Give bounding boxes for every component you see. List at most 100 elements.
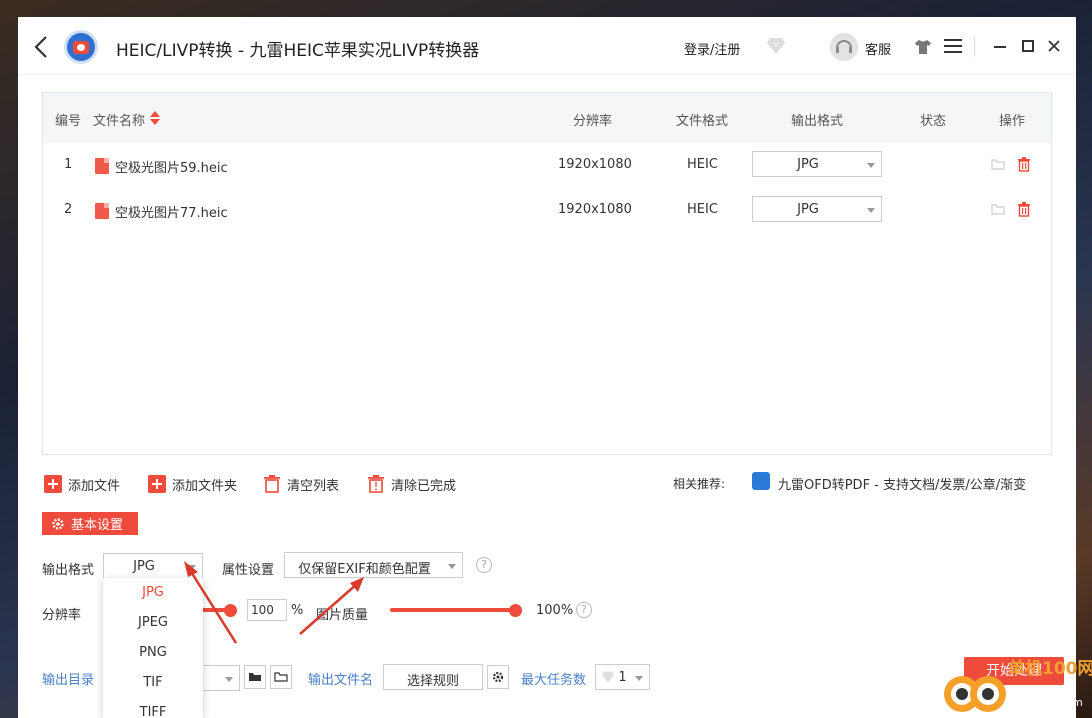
app-window: HEIC/LIVP转换 - 九雷HEIC苹果实况LIVP转换器 登录/注册 V … <box>18 17 1076 718</box>
table-row[interactable]: 1 空极光图片59.heic 1920x1080 HEIC JPG <box>43 143 1051 188</box>
folder-icon[interactable] <box>991 156 1005 172</box>
title-bar: HEIC/LIVP转换 - 九雷HEIC苹果实况LIVP转换器 登录/注册 V … <box>18 17 1076 75</box>
gear-icon <box>52 517 64 530</box>
row-filename: 空极光图片77.heic <box>115 206 228 221</box>
open-folder-button[interactable] <box>244 665 266 689</box>
caret-down-icon <box>188 565 196 570</box>
sort-icon[interactable] <box>149 110 161 126</box>
table-row[interactable]: 2 空极光图片77.heic 1920x1080 HEIC JPG <box>43 188 1051 233</box>
browse-folder-button[interactable] <box>270 665 292 689</box>
add-folder-button[interactable]: 添加文件夹 <box>148 473 237 495</box>
header-format: 文件格式 <box>676 114 729 129</box>
trash-icon <box>264 475 280 493</box>
caret-down-icon <box>448 564 456 569</box>
attr-select[interactable]: 仅保留EXIF和颜色配置 <box>284 552 463 578</box>
clear-done-button[interactable]: 清除已完成 <box>367 473 456 495</box>
header-num: 编号 <box>55 114 82 129</box>
app-logo <box>64 30 98 64</box>
select-value: JPG <box>797 202 819 217</box>
attr-label: 属性设置 <box>222 563 275 578</box>
avatar[interactable] <box>830 33 858 61</box>
format-option-jpeg[interactable]: JPEG <box>103 608 203 638</box>
output-name-label: 输出文件名 <box>308 673 374 688</box>
resolution-input[interactable]: 100 <box>247 599 287 621</box>
trash-icon[interactable] <box>1017 156 1031 172</box>
resolution-label: 分辨率 <box>42 608 82 623</box>
row-output-format-select[interactable]: JPG <box>752 196 882 222</box>
add-folder-label: 添加文件夹 <box>172 478 238 494</box>
quality-label: 图片质量 <box>316 608 369 623</box>
recommend-link[interactable]: 九雷OFD转PDF - 支持文档/发票/公章/渐变 <box>778 474 1026 493</box>
clear-list-button[interactable]: 清空列表 <box>263 473 339 495</box>
row-num: 2 <box>64 202 73 217</box>
divider <box>974 37 975 57</box>
output-dir-label: 输出目录 <box>42 673 95 688</box>
maximize-icon[interactable] <box>1021 39 1035 53</box>
output-format-select[interactable]: JPG <box>103 553 203 579</box>
help-icon[interactable]: ? <box>576 602 592 618</box>
quality-slider[interactable] <box>390 608 520 612</box>
gear-icon <box>492 671 504 683</box>
format-option-tiff[interactable]: TIFF <box>103 698 203 718</box>
header-name[interactable]: 文件名称 <box>93 110 145 129</box>
chevron-left-icon[interactable] <box>32 35 52 59</box>
output-format-label: 输出格式 <box>42 563 95 578</box>
table-header: 编号 文件名称 分辨率 文件格式 输出格式 状态 操作 <box>43 93 1051 143</box>
rule-settings-button[interactable] <box>487 665 509 689</box>
minimize-icon[interactable] <box>993 39 1007 53</box>
file-icon <box>95 158 109 174</box>
format-dropdown: JPG JPEG PNG TIF TIFF <box>103 578 203 718</box>
svg-text:V: V <box>774 41 779 49</box>
row-num: 1 <box>64 157 73 172</box>
login-link[interactable]: 登录/注册 <box>684 39 740 58</box>
clear-done-label: 清除已完成 <box>391 478 457 494</box>
shirt-icon[interactable] <box>914 39 932 55</box>
close-icon[interactable] <box>1047 39 1061 53</box>
resolution-unit: % <box>291 603 304 618</box>
row-format: HEIC <box>687 202 718 217</box>
choose-rule-button[interactable]: 选择规则 <box>383 664 483 690</box>
row-resolution: 1920x1080 <box>558 202 632 217</box>
header-resolution: 分辨率 <box>573 114 613 129</box>
watermark: 单机100网 danji100.com <box>920 652 1092 718</box>
watermark-text: 单机100网 <box>1008 659 1092 679</box>
max-tasks-select[interactable]: 1 <box>595 664 650 690</box>
row-filename: 空极光图片59.heic <box>115 161 228 176</box>
file-table: 编号 文件名称 分辨率 文件格式 输出格式 状态 操作 1 空极光图片59.he… <box>42 92 1052 455</box>
format-option-png[interactable]: PNG <box>103 638 203 668</box>
caret-down-icon <box>867 208 875 213</box>
recommend-label: 相关推荐: <box>673 477 726 491</box>
help-icon[interactable]: ? <box>476 557 492 573</box>
basic-settings-tab[interactable]: 基本设置 <box>42 512 138 535</box>
folder-open-icon <box>274 672 288 682</box>
select-value: 仅保留EXIF和颜色配置 <box>298 562 431 577</box>
folder-icon[interactable] <box>991 201 1005 217</box>
basic-settings-label: 基本设置 <box>71 518 124 533</box>
format-option-jpg[interactable]: JPG <box>103 578 203 608</box>
customer-service-link[interactable]: 客服 <box>865 39 891 58</box>
header-operation: 操作 <box>999 114 1026 129</box>
ofd-app-icon <box>752 472 770 490</box>
plus-icon <box>44 475 62 493</box>
diamond-icon[interactable]: V <box>766 37 786 55</box>
folder-icon <box>249 673 261 681</box>
watermark-logo-icon <box>944 676 1006 712</box>
trash-icon[interactable] <box>1017 201 1031 217</box>
format-option-tif[interactable]: TIF <box>103 668 203 698</box>
add-file-button[interactable]: 添加文件 <box>44 473 120 495</box>
caret-down-icon <box>867 163 875 168</box>
max-tasks-label: 最大任务数 <box>521 673 587 688</box>
quality-value: 100% <box>536 603 574 618</box>
quality-slider-handle[interactable] <box>509 604 522 617</box>
resolution-slider-handle[interactable] <box>224 604 237 617</box>
menu-icon[interactable] <box>944 39 962 53</box>
choose-rule-label: 选择规则 <box>406 674 459 689</box>
select-value: JPG <box>797 157 819 172</box>
app-title: HEIC/LIVP转换 - 九雷HEIC苹果实况LIVP转换器 <box>116 41 480 61</box>
clear-list-label: 清空列表 <box>287 478 340 494</box>
row-output-format-select[interactable]: JPG <box>752 151 882 177</box>
diamond-icon <box>602 671 614 683</box>
caret-down-icon <box>635 676 643 681</box>
file-icon <box>95 203 109 219</box>
header-status: 状态 <box>920 114 947 129</box>
